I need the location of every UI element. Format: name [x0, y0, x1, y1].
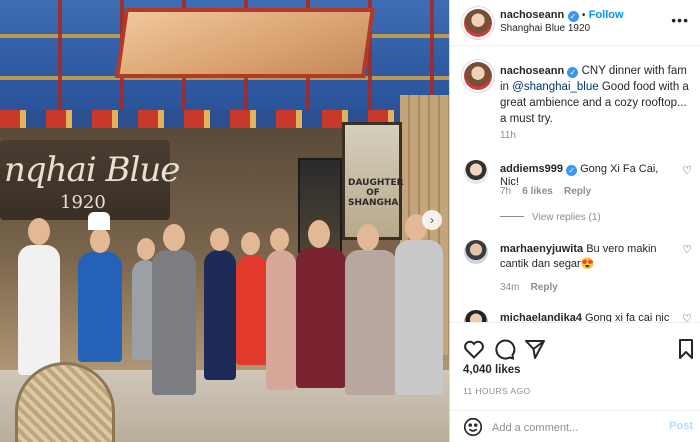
separator: • [581, 10, 586, 21]
heart-icon[interactable] [462, 337, 486, 361]
sign-text: nqhai Blue [4, 150, 180, 190]
verified-icon: ✓ [567, 67, 579, 78]
comment-age[interactable]: 34m [500, 282, 519, 293]
comment-like-icon[interactable]: ♡ [682, 164, 692, 177]
comment-age[interactable]: 7h [500, 186, 511, 197]
bookmark-icon[interactable] [674, 337, 698, 361]
emoji-icon[interactable] [462, 416, 484, 438]
comment-likes[interactable]: 6 likes [522, 186, 553, 197]
comment-box: Post [450, 410, 700, 442]
caption-username[interactable]: nachoseann [500, 65, 564, 77]
comment-icon[interactable] [492, 337, 516, 361]
comment-input[interactable] [492, 419, 652, 437]
caption: nachoseann ✓ CNY dinner with fam in @sha… [500, 63, 695, 127]
verified-icon: ✓ [566, 165, 578, 176]
chevron-right-icon[interactable]: › [422, 210, 442, 230]
post-button[interactable]: Post [669, 420, 693, 432]
header-title-row: nachoseann ✓ • Follow [500, 7, 624, 22]
comment-avatar[interactable] [464, 160, 488, 184]
ceiling-mural [115, 8, 375, 78]
comment-like-icon[interactable]: ♡ [682, 243, 692, 256]
comment-row: marhaenyjuwita Bu vero makin cantik dan … [500, 242, 678, 272]
view-replies-label: View replies (1) [532, 212, 601, 223]
send-icon[interactable] [523, 337, 547, 361]
comment-avatar[interactable] [464, 240, 488, 264]
avatar[interactable] [464, 9, 492, 37]
like-count[interactable]: 4,040 likes [463, 364, 521, 376]
post-sidebar: nachoseann ✓ • Follow Shanghai Blue 1920… [449, 0, 700, 442]
comment-username[interactable]: addiems999 [500, 163, 563, 175]
more-horizontal-icon[interactable]: ••• [671, 12, 689, 28]
view-replies-button[interactable]: View replies (1) [500, 212, 601, 223]
view-replies-line [500, 216, 524, 217]
post-photo[interactable]: nqhai Blue 1920 DAUGHTER OF SHANGHAI › [0, 0, 449, 442]
movie-poster-title: DAUGHTER OF SHANGHAI [348, 178, 404, 208]
comment-row: addiems999 ✓ Gong Xi Fa Cai, Nic! [500, 163, 680, 188]
reply-button[interactable]: Reply [531, 282, 558, 293]
sign-year: 1920 [60, 192, 106, 213]
location-link[interactable]: Shanghai Blue 1920 [500, 23, 590, 34]
verified-icon: ✓ [567, 11, 579, 22]
post-header: nachoseann ✓ • Follow Shanghai Blue 1920… [450, 0, 700, 46]
reply-button[interactable]: Reply [564, 186, 591, 197]
caption-avatar[interactable] [464, 62, 492, 90]
post-timestamp[interactable]: 11 HOURS AGO [463, 386, 530, 396]
caption-age[interactable]: 11h [500, 130, 516, 141]
follow-button[interactable]: Follow [589, 9, 624, 21]
comment-meta: 7h 6 likes Reply [500, 186, 591, 197]
comment-username[interactable]: marhaenyjuwita [500, 243, 583, 255]
comment-meta: 34m Reply [500, 282, 558, 293]
header-username[interactable]: nachoseann [500, 9, 564, 21]
mention-link[interactable]: @shanghai_blue [512, 81, 599, 93]
